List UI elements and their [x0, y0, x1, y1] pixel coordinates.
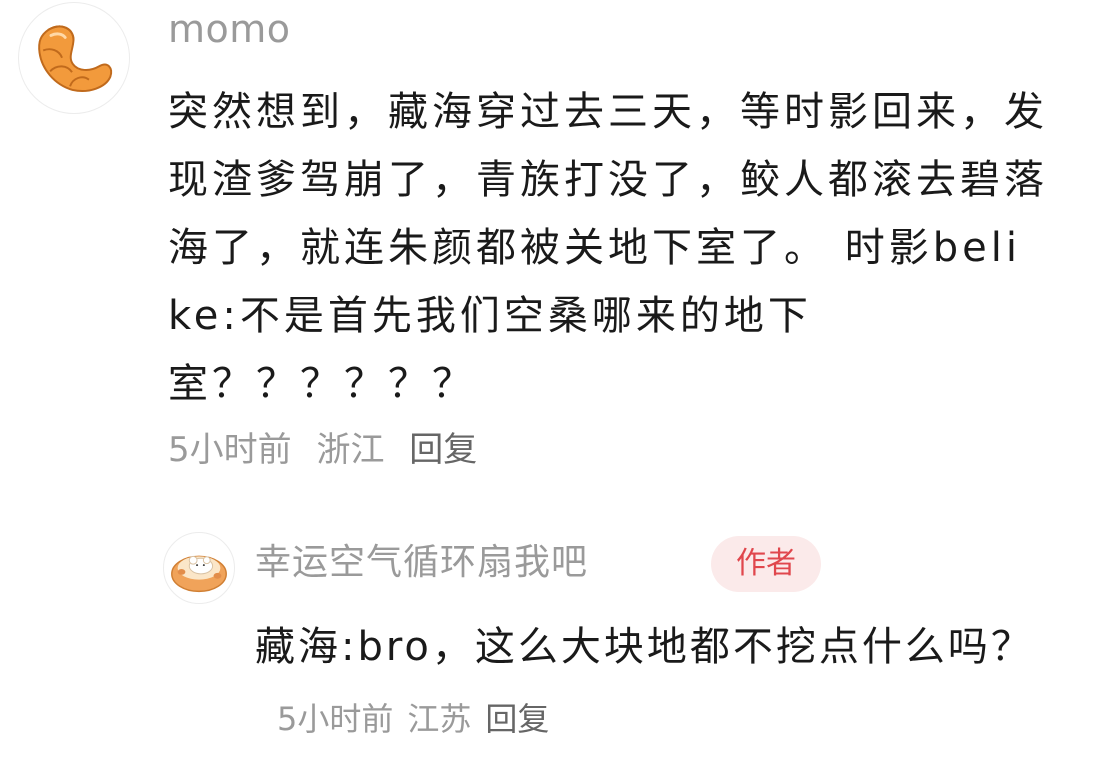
reply-meta: 5小时前 江苏 回复: [277, 700, 563, 738]
avatar[interactable]: [18, 2, 130, 114]
reply-text: 藏海:bro，这么大块地都不挖点什么吗？: [255, 624, 1034, 670]
hamster-bread-icon: [164, 533, 234, 603]
comment-meta: 5小时前 浙江 回复: [168, 428, 491, 472]
comment-location: 浙江: [316, 430, 385, 470]
reply-avatar[interactable]: [163, 532, 235, 604]
reply-button[interactable]: 回复: [409, 430, 477, 470]
author-badge: 作者: [711, 536, 821, 592]
reply-time: 5小时前: [277, 700, 394, 738]
reply-reply-button[interactable]: 回复: [485, 700, 549, 738]
comment-body: 突然想到，藏海穿过去三天，等时影回来，发现渣爹驾崩了，青族打没了，鲛人都滚去碧落…: [168, 89, 1048, 407]
reply-location: 江苏: [407, 700, 472, 738]
comment-username[interactable]: momo: [168, 6, 291, 52]
comment-time: 5小时前: [168, 430, 292, 470]
reply-username[interactable]: 幸运空气循环扇我吧: [255, 540, 588, 586]
croissant-icon: [19, 3, 129, 113]
reply-body: 藏海:bro，这么大块地都不挖点什么吗？ 5小时前 江苏 回复: [255, 612, 1055, 754]
